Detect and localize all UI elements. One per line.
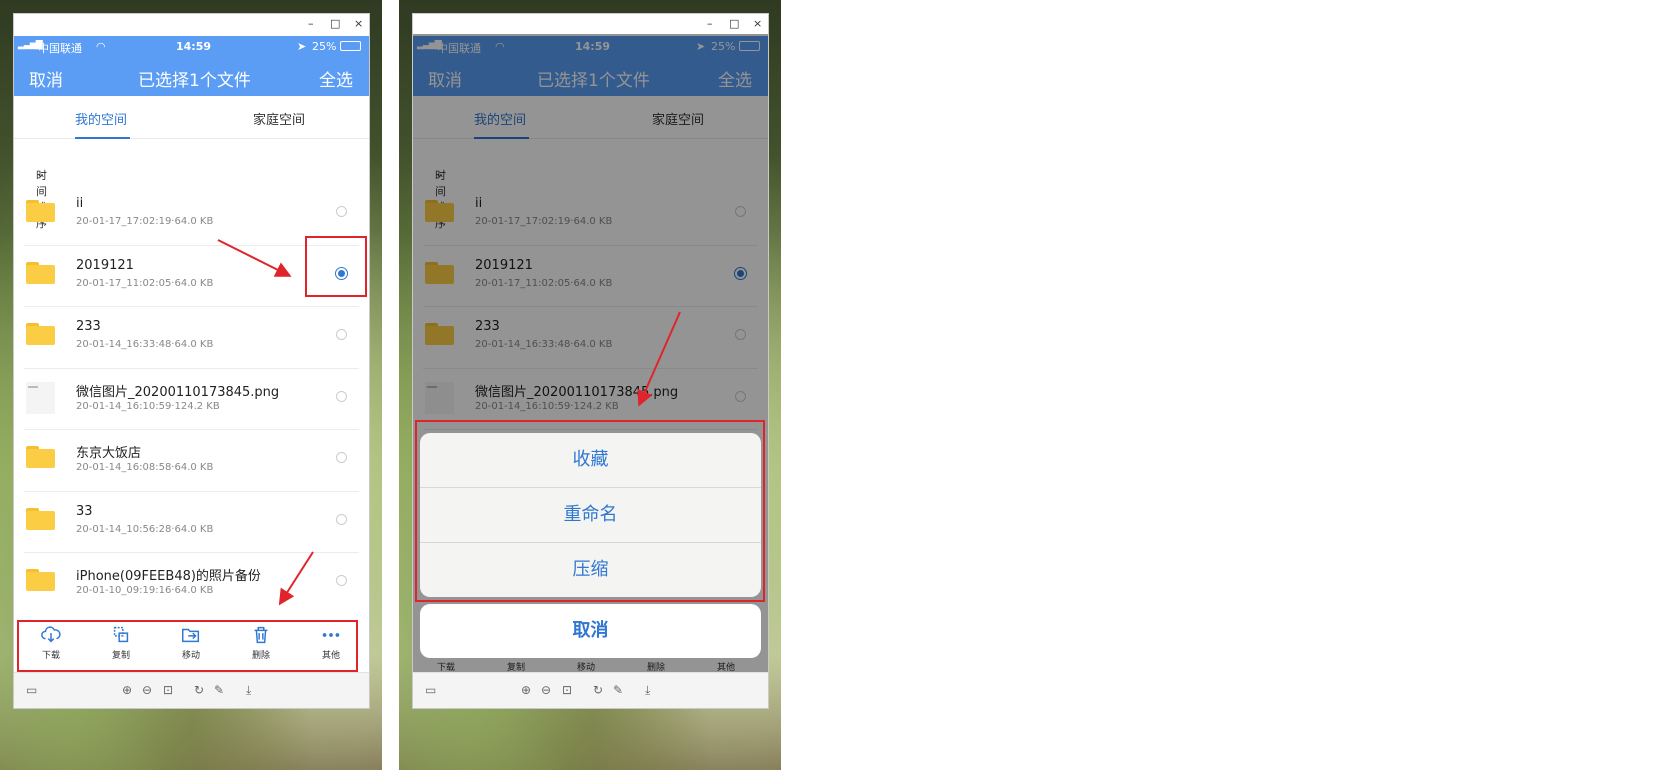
viewer-bottom-bar: ▭ ⊕ ⊖ ⊡ ↻ ✎ ⤓ (413, 672, 768, 708)
file-meta: 20-01-14_10:56:28·64.0 KB (76, 523, 214, 535)
cancel-button[interactable]: 取消 (29, 66, 63, 91)
save-icon[interactable]: ⤓ (645, 684, 650, 696)
file-meta: 20-01-17_17:02:19·64.0 KB (76, 216, 214, 227)
list-item[interactable]: 33 20-01-14_10:56:28·64.0 KB (24, 492, 359, 553)
minimize-button[interactable]: – (308, 18, 314, 30)
file-meta: 20-01-14_16:08:58·64.0 KB (76, 462, 214, 473)
folder-icon (26, 323, 55, 345)
file-name: 233 (76, 319, 101, 334)
list-item[interactable]: 东京大饭店 20-01-14_16:08:58·64.0 KB (24, 430, 359, 492)
fit-icon[interactable]: ⊡ (163, 684, 173, 696)
window-titlebar: – □ × (413, 14, 768, 36)
fit-icon[interactable]: ⊡ (562, 684, 572, 696)
panel-icon[interactable]: ▭ (26, 684, 37, 696)
zoom-in-icon[interactable]: ⊕ (521, 684, 531, 696)
select-radio[interactable] (336, 390, 347, 402)
minimize-button[interactable]: – (707, 18, 713, 30)
battery-percent: 25% (312, 40, 337, 53)
maximize-button[interactable]: □ (330, 18, 340, 30)
close-button[interactable]: × (753, 18, 762, 30)
battery-icon (340, 41, 361, 51)
zoom-out-icon[interactable]: ⊖ (541, 684, 551, 696)
close-button[interactable]: × (354, 18, 363, 30)
folder-icon (26, 200, 55, 222)
list-item[interactable]: iPhone(09FEEB48)的照片备份 20-01-10_09:19:16·… (24, 553, 359, 614)
app-window: – □ × ▂▃▅▇ 中国联通 ◠ 14:59 ➤ 25% 取消 已选择1个文件… (413, 14, 768, 708)
file-name: iPhone(09FEEB48)的照片备份 (76, 569, 261, 584)
left-panel: – □ × ▂▃▅▇ 中国联通 ◠ 14:59 ➤ 25% 取消 已选择1个文件… (0, 0, 382, 770)
file-meta: 20-01-10_09:19:16·64.0 KB (76, 585, 214, 596)
space-tabs: 我的空间 家庭空间 (14, 96, 369, 139)
file-name: 微信图片_20200110173845.png (76, 384, 280, 400)
rotate-icon[interactable]: ↻ (593, 684, 603, 696)
annotation-box-toolbar (17, 620, 358, 672)
location-icon: ➤ (297, 40, 307, 53)
image-thumbnail (26, 381, 55, 414)
app-window: – □ × ▂▃▅▇ 中国联通 ◠ 14:59 ➤ 25% 取消 已选择1个文件… (14, 14, 369, 708)
file-meta: 20-01-14_16:10:59·124.2 KB (76, 400, 220, 412)
select-radio[interactable] (336, 575, 347, 586)
file-meta: 20-01-17_11:02:05·64.0 KB (76, 277, 214, 289)
select-radio[interactable] (336, 452, 347, 463)
phone-status-bar: ▂▃▅▇ 中国联通 ◠ 14:59 ➤ 25% (14, 36, 369, 56)
tab-family-space[interactable]: 家庭空间 (253, 109, 305, 128)
folder-icon (26, 446, 55, 468)
file-name: 2019121 (76, 257, 134, 273)
right-panel: – □ × ▂▃▅▇ 中国联通 ◠ 14:59 ➤ 25% 取消 已选择1个文件… (399, 0, 781, 770)
select-all-button[interactable]: 全选 (319, 66, 353, 91)
clock: 14:59 (176, 40, 212, 53)
list-item[interactable]: 微信图片_20200110173845.png 20-01-14_16:10:5… (24, 369, 359, 430)
edit-icon[interactable]: ✎ (214, 684, 224, 696)
panel-icon[interactable]: ▭ (425, 684, 436, 696)
file-name: 33 (76, 503, 93, 519)
window-titlebar: – □ × (14, 14, 369, 36)
list-item[interactable]: 233 20-01-14_16:33:48·64.0 KB (24, 307, 359, 369)
action-sheet-cancel-button[interactable]: 取消 (420, 604, 761, 658)
annotation-box-sheet (415, 420, 765, 602)
select-radio[interactable] (336, 206, 347, 217)
select-radio[interactable] (336, 329, 347, 340)
annotation-box-radio (305, 236, 367, 297)
rotate-icon[interactable]: ↻ (194, 684, 204, 696)
viewer-bottom-bar: ▭ ⊕ ⊖ ⊡ ↻ ✎ ⤓ (14, 672, 369, 708)
page-title: 已选择1个文件 (138, 71, 251, 91)
zoom-out-icon[interactable]: ⊖ (142, 684, 152, 696)
folder-icon (26, 507, 55, 530)
sort-control[interactable]: 时间排序 ⌄ (14, 139, 369, 230)
chevron-down-icon: ⌄ (36, 167, 46, 180)
save-icon[interactable]: ⤓ (246, 684, 251, 696)
carrier-label: 中国联通 (38, 42, 82, 55)
file-meta: 20-01-14_16:33:48·64.0 KB (76, 339, 214, 350)
folder-icon (26, 569, 55, 591)
file-name: ii (76, 196, 84, 211)
wifi-icon: ◠ (96, 40, 106, 53)
file-name: 东京大饭店 (76, 446, 142, 461)
tab-my-space[interactable]: 我的空间 (75, 109, 127, 128)
select-radio[interactable] (336, 513, 347, 525)
maximize-button[interactable]: □ (729, 18, 739, 30)
zoom-in-icon[interactable]: ⊕ (122, 684, 132, 696)
edit-icon[interactable]: ✎ (613, 684, 623, 696)
folder-icon (26, 261, 55, 284)
nav-bar: 取消 已选择1个文件 全选 (14, 56, 369, 96)
